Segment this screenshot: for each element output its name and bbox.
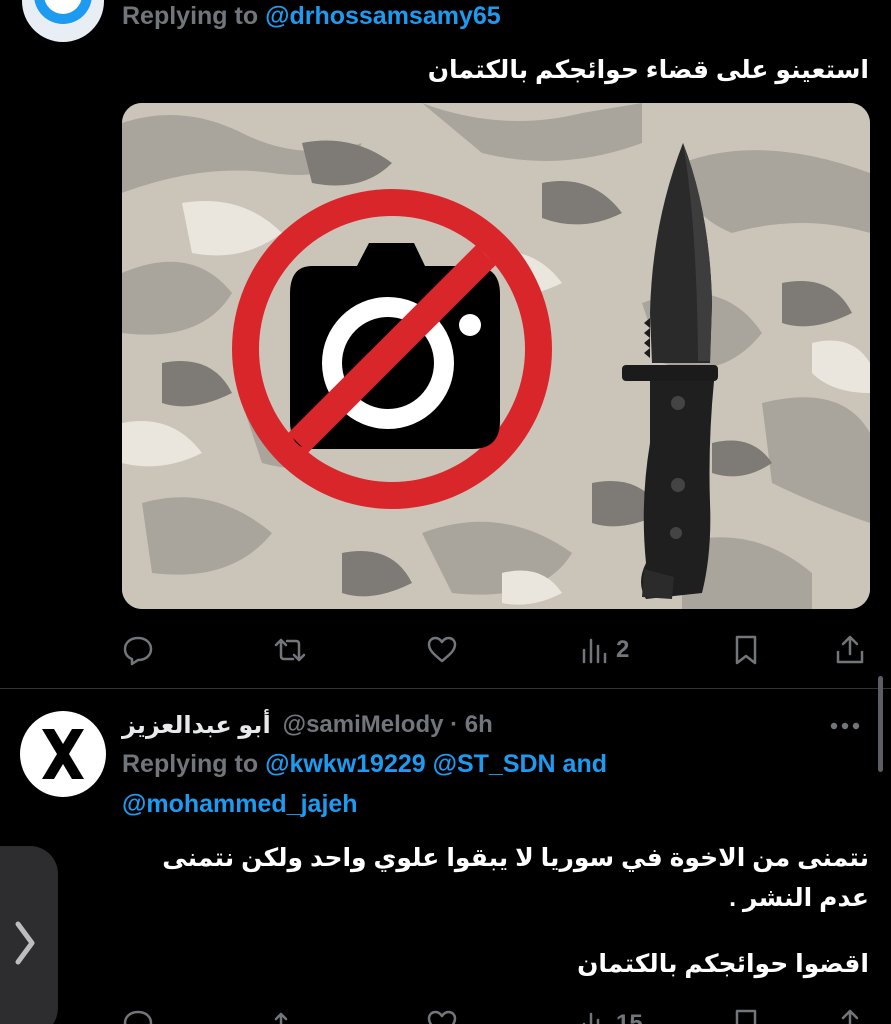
tweet-text-line: اقضوا حوائجكم بالكتمان xyxy=(577,950,869,978)
edge-panel-handle[interactable] xyxy=(0,846,58,1024)
replying-to-line: Replying to @drhossamsamy65 xyxy=(122,2,501,31)
display-name[interactable]: أبو عبدالعزيز xyxy=(122,711,271,740)
analytics-icon xyxy=(582,638,607,664)
mention-link[interactable]: @mohammed_jajeh xyxy=(122,790,358,818)
retweet-button[interactable] xyxy=(273,630,313,670)
more-dots-icon xyxy=(830,722,860,730)
share-icon xyxy=(841,1009,859,1024)
user-avatar[interactable] xyxy=(20,711,106,797)
tweet-text-line: نتمنى من الاخوة في سوريا لا يبقوا علوي و… xyxy=(162,844,869,872)
tweet-text: استعينو على قضاء حوائجكم بالكتمان xyxy=(427,56,869,84)
reply-icon xyxy=(123,1010,153,1024)
verified-avatar[interactable] xyxy=(22,0,104,42)
share-button[interactable] xyxy=(834,1004,866,1024)
tweet-action-bar: 15 xyxy=(122,1004,869,1024)
x-avatar-icon xyxy=(42,729,84,779)
tweet-header: أبو عبدالعزيز @samiMelody · 6h xyxy=(122,707,493,743)
tweet-text-line: عدم النشر . xyxy=(729,884,869,912)
no-camera-sign-icon xyxy=(232,189,552,509)
views-count: 15 xyxy=(616,1010,643,1024)
mention-link[interactable]: @drhossamsamy65 xyxy=(265,2,501,30)
handle-and-time[interactable]: @samiMelody · 6h xyxy=(283,711,493,739)
more-options-button[interactable] xyxy=(825,712,865,740)
replying-to-label: Replying to xyxy=(122,2,266,30)
tweet-divider xyxy=(0,688,891,689)
chevron-right-icon xyxy=(15,921,35,965)
replying-to-line: Replying to @kwkw19229 @ST_SDN and xyxy=(122,750,607,779)
retweet-icon xyxy=(274,638,306,662)
scrollbar[interactable] xyxy=(878,676,883,772)
tweet-action-bar: 2 xyxy=(122,630,869,670)
views-count: 2 xyxy=(616,636,630,663)
views-button[interactable]: 2 xyxy=(580,630,629,670)
tweet-media-image[interactable] xyxy=(122,103,870,609)
heart-icon xyxy=(427,1010,457,1024)
reply-icon xyxy=(123,636,153,666)
share-icon xyxy=(836,635,864,664)
retweet-button[interactable] xyxy=(273,1004,307,1024)
views-button[interactable]: 15 xyxy=(580,1004,643,1024)
share-button[interactable] xyxy=(834,630,866,670)
analytics-icon xyxy=(582,1012,600,1024)
mention-links[interactable]: @kwkw19229 @ST_SDN and xyxy=(265,750,607,778)
checkmark-icon xyxy=(47,0,79,8)
like-button[interactable] xyxy=(426,630,464,670)
reply-button[interactable] xyxy=(122,630,160,670)
heart-icon xyxy=(427,636,457,663)
replying-to-label: Replying to xyxy=(122,750,266,778)
bookmark-button[interactable] xyxy=(732,1004,760,1024)
bookmark-icon xyxy=(735,1009,757,1024)
retweet-icon xyxy=(274,1012,288,1024)
reply-button[interactable] xyxy=(122,1004,154,1024)
replying-to-line-2: @mohammed_jajeh xyxy=(122,790,358,819)
like-button[interactable] xyxy=(426,1004,458,1024)
bookmark-button[interactable] xyxy=(732,630,760,670)
bookmark-icon xyxy=(735,635,757,665)
